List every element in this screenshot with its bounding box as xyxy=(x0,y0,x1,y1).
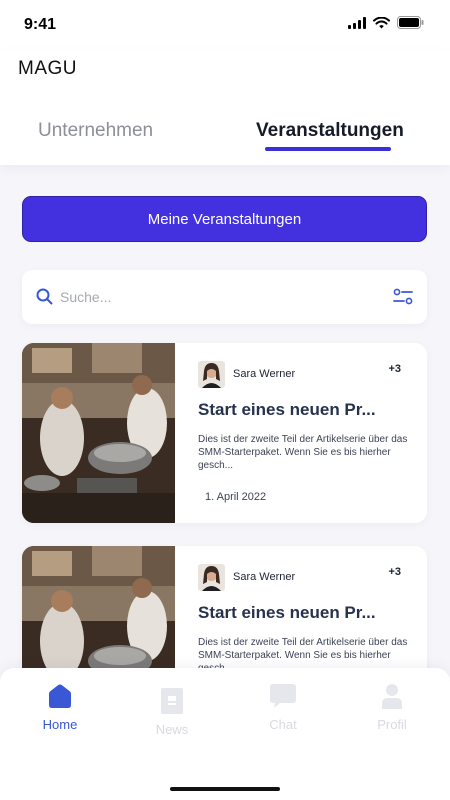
profile-icon xyxy=(382,684,402,709)
search-icon xyxy=(36,288,53,305)
bottom-nav: Home News Chat Profil xyxy=(0,668,450,800)
app-title: MAGU xyxy=(18,58,77,79)
app-header: MAGU Unternehmen Veranstaltungen xyxy=(0,50,450,165)
wifi-icon xyxy=(373,16,390,28)
cellular-signal-icon xyxy=(348,16,366,29)
nav-chat[interactable]: Chat xyxy=(238,684,328,732)
filter-icon[interactable] xyxy=(393,287,413,307)
search-box[interactable] xyxy=(22,270,427,324)
my-events-button[interactable]: Meine Veranstaltungen xyxy=(22,196,427,242)
nav-profil[interactable]: Profil xyxy=(347,684,437,732)
status-icons xyxy=(348,16,424,29)
nav-home-label: Home xyxy=(42,717,78,732)
tab-veranstaltungen[interactable]: Veranstaltungen xyxy=(256,120,404,142)
event-card[interactable]: Sara Werner +3 Start eines neuen Pr... D… xyxy=(22,343,427,523)
status-bar: 9:41 xyxy=(0,0,450,50)
event-image xyxy=(22,343,175,523)
home-indicator xyxy=(170,787,280,791)
active-tab-indicator xyxy=(265,147,391,151)
nav-chat-label: Chat xyxy=(269,717,297,732)
search-input[interactable] xyxy=(60,286,360,308)
author-name: Sara Werner xyxy=(233,368,296,380)
status-time: 9:41 xyxy=(24,16,57,33)
tab-unternehmen[interactable]: Unternehmen xyxy=(38,120,153,142)
chat-icon xyxy=(270,684,296,708)
event-title: Start eines neuen Pr... xyxy=(198,603,376,622)
event-card-body: Sara Werner +3 Start eines neuen Pr... D… xyxy=(175,343,427,523)
event-date: 1. April 2022 xyxy=(205,491,267,503)
nav-profil-label: Profil xyxy=(377,717,407,732)
author-avatar xyxy=(198,361,225,388)
author-name: Sara Werner xyxy=(233,571,296,583)
event-description: Dies ist der zweite Teil der Artikelseri… xyxy=(198,434,408,471)
author-avatar xyxy=(198,564,225,591)
participants-count: +3 xyxy=(388,363,401,375)
nav-news-label: News xyxy=(155,722,189,737)
nav-news[interactable]: News xyxy=(127,688,217,737)
participants-count: +3 xyxy=(388,566,401,578)
news-icon xyxy=(161,688,183,714)
event-title: Start eines neuen Pr... xyxy=(198,400,376,419)
home-icon xyxy=(49,684,71,708)
battery-icon xyxy=(397,16,424,29)
nav-home[interactable]: Home xyxy=(15,684,105,732)
